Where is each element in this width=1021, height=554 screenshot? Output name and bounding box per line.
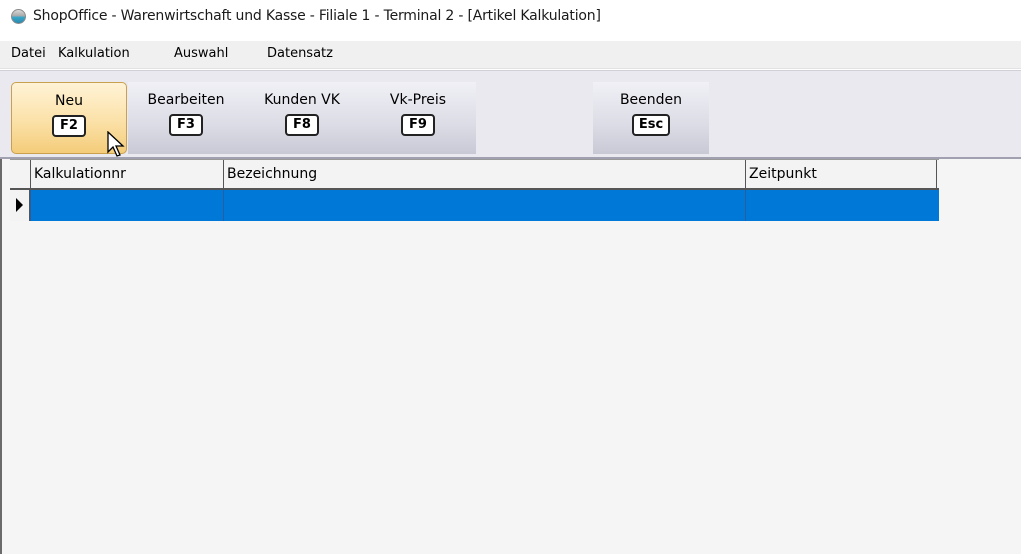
menu-datensatz[interactable]: Datensatz [267,46,333,61]
customer-vk-button-label: Kunden VK [264,92,340,108]
column-header-bezeichnung[interactable]: Bezeichnung [223,160,745,189]
vk-price-button-label: Vk-Preis [389,92,447,108]
menu-auswahl[interactable]: Auswahl [174,46,228,61]
cell-zeitpunkt[interactable] [745,190,939,221]
column-header-kalkulationnr[interactable]: Kalkulationnr [30,160,223,189]
edit-button-key: F3 [169,114,203,136]
cell-bezeichnung[interactable] [223,190,745,221]
vk-price-button-key: F9 [401,114,435,136]
customer-vk-button-key: F8 [285,114,319,136]
exit-button-label: Beenden [619,92,683,108]
vk-price-button[interactable]: Vk-Preis F9 [360,82,476,154]
cell-kalkulationnr[interactable] [30,190,223,221]
customer-vk-button[interactable]: Kunden VK F8 [244,82,360,154]
edit-button-label: Bearbeiten [147,92,225,108]
menu-kalkulation[interactable]: Kalkulation [58,46,130,61]
exit-button-key: Esc [631,114,671,136]
menu-bar: Datei Kalkulation Auswahl Datensatz [0,41,1021,69]
app-logo-icon [11,9,26,24]
grid-header: Kalkulationnr Bezeichnung Zeitpunkt [10,159,939,190]
menu-datei[interactable]: Datei [11,46,46,61]
exit-button[interactable]: Beenden Esc [593,82,709,154]
table-row[interactable] [10,190,939,221]
column-header-zeitpunkt[interactable]: Zeitpunkt [745,160,937,189]
new-button-label: Neu [55,93,83,109]
mouse-cursor-icon [107,131,125,157]
new-button-key: F2 [52,115,86,137]
window-title: ShopOffice - Warenwirtschaft und Kasse -… [33,8,601,24]
grid-header-corner [10,160,30,189]
edit-button[interactable]: Bearbeiten F3 [128,82,244,154]
title-bar: ShopOffice - Warenwirtschaft und Kasse -… [0,0,1021,40]
toolbar: Neu F2 Bearbeiten F3 Kunden VK F8 Vk-Pre… [0,70,1021,159]
data-grid[interactable]: Kalkulationnr Bezeichnung Zeitpunkt [0,159,1021,554]
row-selector-arrow-icon[interactable] [10,190,30,221]
